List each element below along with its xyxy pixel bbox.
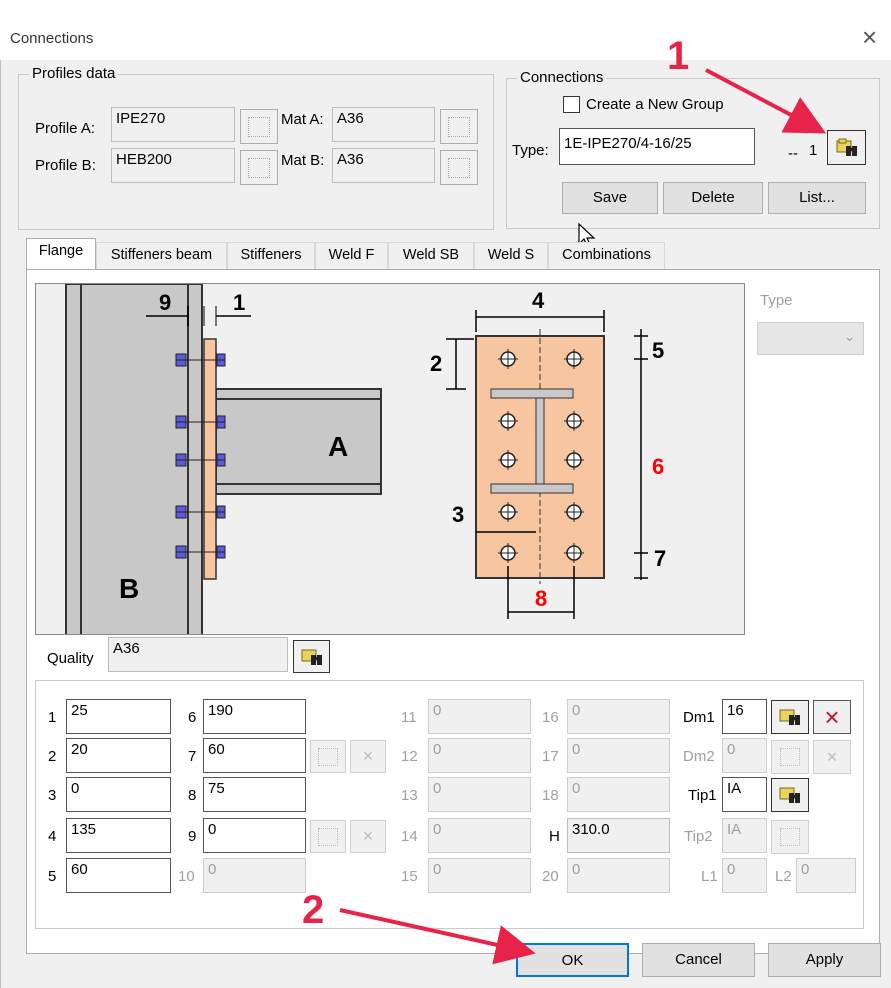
annotation-marker-1: 1 [667,34,690,78]
annotation-arrow-1 [705,68,827,134]
annotation-marker-2: 2 [302,888,325,932]
annotation-arrow-2 [339,908,536,965]
annotation-arrows [339,68,827,965]
